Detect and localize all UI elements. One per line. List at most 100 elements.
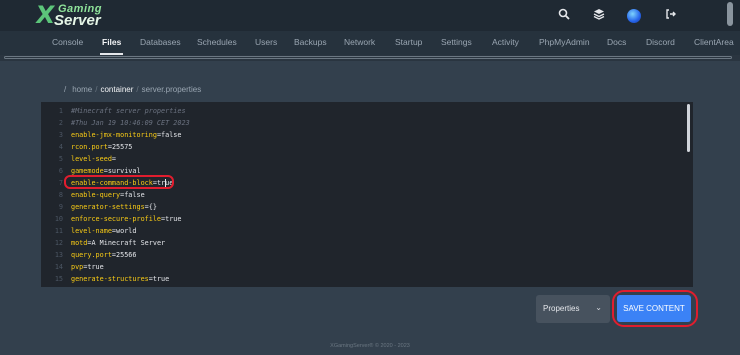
- editor-line[interactable]: 1 #Minecraft server properties: [41, 106, 681, 117]
- editor-line[interactable]: 4 rcon.port=25575: [41, 142, 681, 153]
- tab-activity[interactable]: Activity: [492, 31, 519, 55]
- editor-scrollbar[interactable]: [687, 104, 690, 152]
- property-key: motd: [71, 239, 88, 247]
- tab-startup[interactable]: Startup: [395, 31, 422, 55]
- tab-network[interactable]: Network: [344, 31, 375, 55]
- line-code: generate-structures=true: [71, 274, 169, 285]
- property-value: 25566: [116, 251, 137, 259]
- property-value: survival: [107, 167, 141, 175]
- nav-scrollbar-thumb[interactable]: [4, 56, 732, 59]
- editor-line[interactable]: 12 motd=A Minecraft Server: [41, 238, 681, 249]
- property-key: level-name: [71, 227, 112, 235]
- window-scrollbar[interactable]: [727, 2, 733, 26]
- tab-settings[interactable]: Settings: [441, 31, 472, 55]
- line-code: enable-query=false: [71, 190, 145, 201]
- line-code: #Minecraft server properties: [71, 107, 186, 115]
- tab-schedules[interactable]: Schedules: [197, 31, 237, 55]
- editor-line[interactable]: 5 level-seed=: [41, 154, 681, 165]
- layers-icon[interactable]: [590, 7, 608, 25]
- search-icon[interactable]: [555, 7, 573, 25]
- line-code: motd=A Minecraft Server: [71, 238, 165, 249]
- code-editor[interactable]: 1 #Minecraft server properties 2 #Thu Jan 1…: [41, 102, 693, 287]
- mode-select[interactable]: Properties ⌄: [536, 295, 610, 323]
- breadcrumb-file: server.properties: [141, 85, 202, 94]
- property-value: true: [165, 215, 182, 223]
- logo[interactable]: X Gaming Server: [34, 1, 108, 29]
- line-number: 11: [54, 227, 63, 235]
- line-number: 10: [54, 215, 63, 223]
- line-number: 15: [54, 275, 63, 283]
- property-key: rcon.port: [71, 143, 108, 151]
- sign-out-icon[interactable]: [662, 7, 680, 25]
- tab-users[interactable]: Users: [255, 31, 277, 55]
- line-number: 4: [58, 143, 63, 151]
- tab-backups[interactable]: Backups: [294, 31, 327, 55]
- property-value: false: [161, 131, 182, 139]
- line-code: max-chained-neighbor-updates=1000000: [71, 286, 218, 287]
- line-number: 16: [49, 286, 63, 287]
- editor-line[interactable]: 9 generator-settings={}: [41, 202, 681, 213]
- property-value: {}: [148, 203, 157, 211]
- line-number: 7: [58, 179, 63, 187]
- nav-scrollbar[interactable]: [0, 55, 740, 61]
- editor-line[interactable]: 13 query.port=25566: [41, 250, 681, 261]
- breadcrumb-container[interactable]: container: [100, 85, 133, 94]
- property-key: pvp: [71, 263, 84, 271]
- line-number: 9: [58, 203, 63, 211]
- breadcrumb: / home / container / server.properties: [64, 85, 202, 94]
- line-code: rcon.port=25575: [71, 142, 132, 153]
- property-key: query.port: [71, 251, 112, 259]
- tab-clientarea[interactable]: ClientArea: [694, 31, 734, 55]
- line-code: #Thu Jan 19 10:46:09 CET 2023: [71, 119, 190, 127]
- line-code: enforce-secure-profile=true: [71, 214, 182, 225]
- editor-line[interactable]: 14 pvp=true: [41, 262, 681, 273]
- line-code: query.port=25566: [71, 250, 136, 261]
- editor-line[interactable]: 8 enable-query=false: [41, 190, 681, 201]
- avatar[interactable]: [627, 9, 641, 23]
- property-value: world: [116, 227, 137, 235]
- property-value: false: [124, 191, 145, 199]
- breadcrumb-home[interactable]: home: [72, 85, 92, 94]
- line-code: generator-settings={}: [71, 202, 157, 213]
- property-key: gamemode: [71, 167, 104, 175]
- editor-line[interactable]: 10 enforce-secure-profile=true: [41, 214, 681, 225]
- logo-line-2: Server: [54, 12, 101, 29]
- chevron-down-icon: ⌄: [595, 303, 602, 312]
- property-key: level-seed: [71, 155, 112, 163]
- editor-line[interactable]: 15 generate-structures=true: [41, 274, 681, 285]
- property-value: A Minecraft Server: [91, 239, 166, 247]
- editor-line[interactable]: 2 #Thu Jan 19 10:46:09 CET 2023: [41, 118, 681, 129]
- editor-line[interactable]: 3 enable-jmx-monitoring=false: [41, 130, 681, 141]
- tab-databases[interactable]: Databases: [140, 31, 181, 55]
- line-number: 8: [58, 191, 63, 199]
- line-number: 13: [54, 251, 63, 259]
- line-number: 3: [58, 131, 63, 139]
- property-key: enable-query: [71, 191, 121, 199]
- line-number: 14: [54, 263, 63, 271]
- equals-sign: =: [111, 155, 117, 163]
- save-content-button[interactable]: SAVE CONTENT: [617, 295, 691, 322]
- editor-line[interactable]: 16 max-chained-neighbor-updates=1000000: [41, 286, 681, 287]
- nav-bar: Console Files Databases Schedules Users …: [0, 31, 740, 55]
- line-code: enable-jmx-monitoring=false: [71, 130, 182, 141]
- mode-select-value: Properties: [543, 304, 580, 313]
- line-code: pvp=true: [71, 262, 104, 273]
- breadcrumb-root[interactable]: /: [64, 85, 66, 94]
- line-number: 5: [58, 155, 63, 163]
- tab-console[interactable]: Console: [52, 31, 83, 55]
- property-key: enforce-secure-profile: [71, 215, 162, 223]
- editor-line[interactable]: 11 level-name=world: [41, 226, 681, 237]
- top-bar: X Gaming Server: [0, 0, 740, 31]
- property-value: true: [152, 275, 170, 283]
- property-key: enable-jmx-monitoring: [71, 131, 157, 139]
- line-number: 6: [58, 167, 63, 175]
- property-value: 25575: [111, 143, 133, 151]
- tab-docs[interactable]: Docs: [607, 31, 626, 55]
- footer: XGamingServer® © 2020 - 2023: [330, 343, 410, 349]
- highlight-annotation: [64, 175, 174, 189]
- tab-files[interactable]: Files: [99, 31, 124, 55]
- line-number: 2: [58, 119, 63, 127]
- tab-phpmyadmin[interactable]: PhpMyAdmin: [539, 31, 590, 55]
- line-code: level-name=world: [71, 226, 136, 237]
- tab-discord[interactable]: Discord: [646, 31, 675, 55]
